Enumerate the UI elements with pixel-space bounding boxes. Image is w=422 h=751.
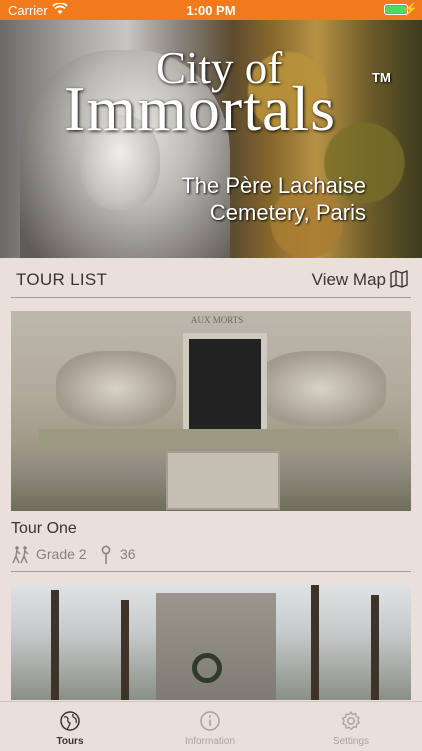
tab-bar: Tours Information Settings xyxy=(0,701,422,751)
relief-sculpture-right xyxy=(256,351,386,426)
trademark: TM xyxy=(372,70,391,85)
status-bar: Carrier 1:00 PM ⚡ xyxy=(0,0,422,20)
relief-sculpture-left xyxy=(56,351,176,426)
divider xyxy=(11,297,411,298)
tour-grade: Grade 2 xyxy=(36,546,87,562)
tab-label: Settings xyxy=(332,736,370,747)
section-title: TOUR LIST xyxy=(16,270,108,289)
tab-label: Tours xyxy=(56,736,84,747)
monument xyxy=(156,593,276,700)
globe-icon xyxy=(59,710,81,732)
tree xyxy=(121,600,129,700)
tour-stop-count: 36 xyxy=(120,546,136,562)
gear-icon xyxy=(340,710,362,732)
hero-banner: City of Immortals TM The Père Lachaise C… xyxy=(0,20,422,258)
tab-information[interactable]: Information xyxy=(140,702,280,751)
tour-title[interactable]: Tour One xyxy=(11,520,77,538)
clock: 1:00 PM xyxy=(186,3,236,18)
tree xyxy=(311,585,319,700)
tab-settings[interactable]: Settings xyxy=(281,702,421,751)
walking-icon xyxy=(11,545,31,568)
pin-icon xyxy=(99,545,113,568)
moss-band xyxy=(39,429,399,447)
tour-list-header: TOUR LIST View Map xyxy=(0,258,422,298)
subtitle-line2: Cemetery, Paris xyxy=(209,200,366,225)
view-map-button[interactable]: View Map xyxy=(312,270,386,290)
tour-meta: Grade 2 36 xyxy=(11,545,211,565)
divider xyxy=(11,571,411,572)
app-subtitle: The Père Lachaise Cemetery, Paris xyxy=(181,172,366,226)
map-icon[interactable] xyxy=(390,270,408,288)
tree xyxy=(371,595,379,700)
tour-card-image[interactable]: AUX MORTS xyxy=(11,311,411,511)
wreath xyxy=(192,653,222,683)
tour-card-image[interactable] xyxy=(11,585,411,700)
tab-tours[interactable]: Tours xyxy=(0,702,140,751)
tab-label: Information xyxy=(184,736,236,747)
info-icon xyxy=(199,710,221,732)
app-title-line2: Immortals xyxy=(64,73,337,144)
subtitle-line1: The Père Lachaise xyxy=(181,173,366,198)
charging-icon: ⚡ xyxy=(403,2,418,16)
tree xyxy=(51,590,59,700)
lower-relief xyxy=(166,451,280,510)
monument-inscription: AUX MORTS xyxy=(191,315,244,325)
